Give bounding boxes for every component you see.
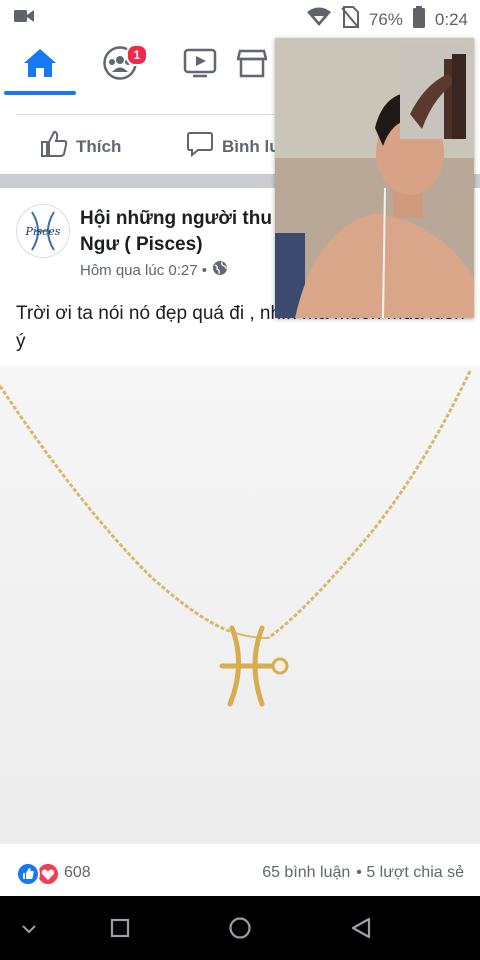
recents-icon[interactable] (110, 918, 130, 943)
status-bar: 76% 0:24 (0, 0, 480, 34)
avatar-text: Pisces (25, 224, 61, 238)
video-camera-icon (14, 9, 34, 28)
tab-marketplace[interactable] (232, 34, 272, 96)
engagement-summary: 65 bình luận • 5 lượt chia sẻ (262, 864, 464, 882)
clock: 0:24 (434, 9, 468, 29)
watch-icon (183, 48, 217, 83)
android-nav-bar (0, 896, 480, 960)
self-view-thumbnail[interactable] (400, 44, 466, 139)
active-tab-indicator (4, 91, 76, 95)
no-sim-icon (341, 6, 359, 33)
like-icon (40, 130, 68, 163)
back-icon[interactable] (350, 916, 372, 945)
post-meta: Hôm qua lúc 0:27 • (80, 260, 228, 280)
battery-icon (412, 6, 425, 33)
tab-home[interactable] (4, 34, 76, 96)
home-icon (23, 48, 57, 83)
comment-label: Bình lu (222, 136, 280, 156)
home-nav-icon[interactable] (228, 916, 252, 945)
battery-percent: 76% (368, 9, 403, 29)
comment-button[interactable]: Bình lu (186, 130, 280, 163)
comment-icon (186, 130, 214, 163)
groups-badge: 1 (126, 44, 148, 66)
post-photo[interactable] (0, 366, 480, 844)
self-view-image (400, 44, 466, 139)
shares-count[interactable]: • 5 lượt chia sẻ (356, 864, 464, 882)
like-label: Thích (76, 136, 122, 156)
reactions-count[interactable]: 608 (64, 864, 91, 882)
globe-icon (212, 260, 228, 280)
marketplace-icon (236, 48, 268, 83)
tab-groups[interactable]: 1 (84, 34, 156, 96)
wifi-icon (306, 7, 331, 32)
like-button[interactable]: Thích (40, 130, 121, 163)
group-avatar[interactable]: Pisces (16, 204, 70, 258)
reaction-icons[interactable] (16, 862, 60, 891)
necklace-image (0, 370, 472, 707)
chevron-down-icon[interactable] (20, 922, 38, 940)
post-timestamp[interactable]: Hôm qua lúc 0:27 • (80, 262, 207, 279)
comments-count[interactable]: 65 bình luận (262, 864, 350, 882)
tab-watch[interactable] (164, 34, 236, 96)
